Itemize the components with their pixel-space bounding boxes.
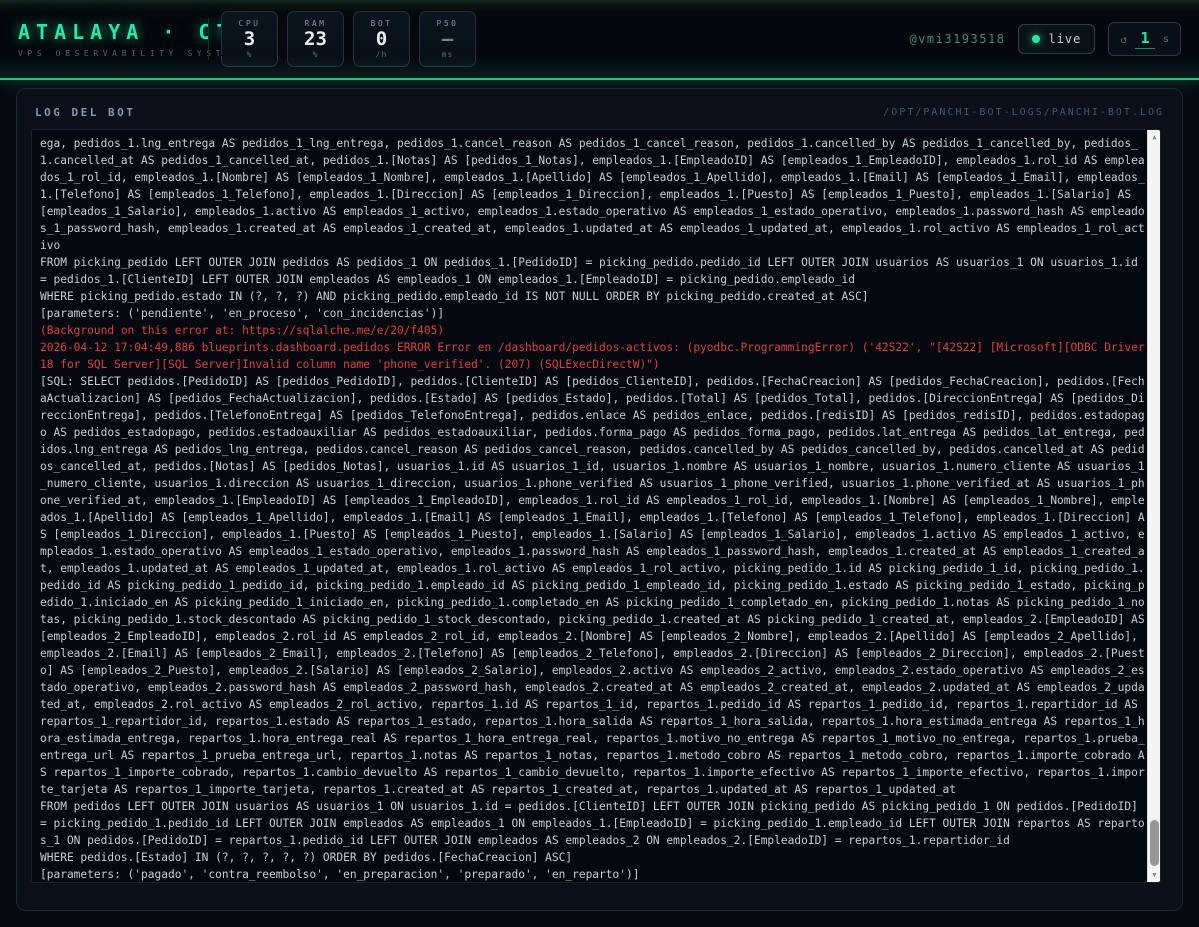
- stat-card-bot: BOT 0 /h: [353, 11, 410, 67]
- refresh-unit-label: s: [1163, 34, 1169, 45]
- stat-card-ram: RAM 23 %: [287, 11, 344, 67]
- log-scrollbar[interactable]: ▲ ▼: [1147, 130, 1160, 882]
- stat-value: 0: [376, 29, 387, 50]
- refresh-icon[interactable]: ↺: [1120, 33, 1127, 46]
- log-entry: [parameters: ('pendiente', 'en_proceso',…: [40, 305, 1145, 322]
- header-divider: [208, 18, 209, 60]
- stat-value: –: [442, 29, 453, 50]
- log-panel-title: LOG DEL BOT: [35, 106, 135, 119]
- refresh-interval-control[interactable]: ↺ 1 s: [1108, 22, 1181, 56]
- log-output[interactable]: ega, pedidos_1.lng_entrega AS pedidos_1_…: [32, 130, 1147, 882]
- stat-unit: %: [313, 50, 319, 59]
- log-entry: 2026-04-12 17:04:49,886 blueprints.dashb…: [40, 339, 1145, 373]
- log-panel: LOG DEL BOT /OPT/PANCHI-BOT-LOGS/PANCHI-…: [16, 88, 1183, 911]
- log-entry: ega, pedidos_1.lng_entrega AS pedidos_1_…: [40, 135, 1145, 305]
- app-subtitle: VPS OBSERVABILITY SYSTEM: [18, 49, 200, 58]
- log-entry: (Background on this error at: https://sq…: [40, 322, 1145, 339]
- log-panel-header: LOG DEL BOT /OPT/PANCHI-BOT-LOGS/PANCHI-…: [17, 89, 1182, 129]
- stat-value: 3: [244, 29, 255, 50]
- stat-label: BOT: [371, 19, 393, 28]
- stats-row: CPU 3 % RAM 23 % BOT 0 /h P50 – ms: [221, 11, 476, 67]
- scrollbar-down-arrow-icon[interactable]: ▼: [1148, 868, 1161, 882]
- scrollbar-up-arrow-icon[interactable]: ▲: [1148, 130, 1161, 144]
- log-viewer: ega, pedidos_1.lng_entrega AS pedidos_1_…: [31, 129, 1161, 883]
- brand-block: ATALAYA · CTL VPS OBSERVABILITY SYSTEM: [18, 20, 200, 58]
- scrollbar-thumb[interactable]: [1150, 820, 1159, 866]
- stat-unit: ms: [442, 50, 454, 59]
- stat-value: 23: [304, 29, 327, 50]
- stat-unit: /h: [376, 50, 388, 59]
- stat-label: RAM: [305, 19, 327, 28]
- live-toggle-badge[interactable]: live: [1018, 24, 1095, 54]
- log-file-path: /OPT/PANCHI-BOT-LOGS/PANCHI-BOT.LOG: [883, 107, 1164, 118]
- live-label: live: [1048, 32, 1081, 46]
- stat-card-p50: P50 – ms: [419, 11, 476, 67]
- log-entry: [parameters: ('pagado', 'contra_reembols…: [40, 866, 1145, 882]
- stat-label: CPU: [239, 19, 261, 28]
- stat-unit: %: [247, 50, 253, 59]
- stat-label: P50: [437, 19, 459, 28]
- host-label: @vmi3193518: [909, 32, 1005, 46]
- refresh-interval-input[interactable]: 1: [1135, 29, 1155, 49]
- header-right-group: @vmi3193518 live ↺ 1 s: [909, 22, 1181, 56]
- top-header-bar: ATALAYA · CTL VPS OBSERVABILITY SYSTEM C…: [0, 0, 1199, 80]
- stat-card-cpu: CPU 3 %: [221, 11, 278, 67]
- live-dot-icon: [1032, 35, 1040, 43]
- log-entry: [SQL: SELECT pedidos.[PedidoID] AS [pedi…: [40, 373, 1145, 866]
- app-title: ATALAYA · CTL: [18, 20, 200, 44]
